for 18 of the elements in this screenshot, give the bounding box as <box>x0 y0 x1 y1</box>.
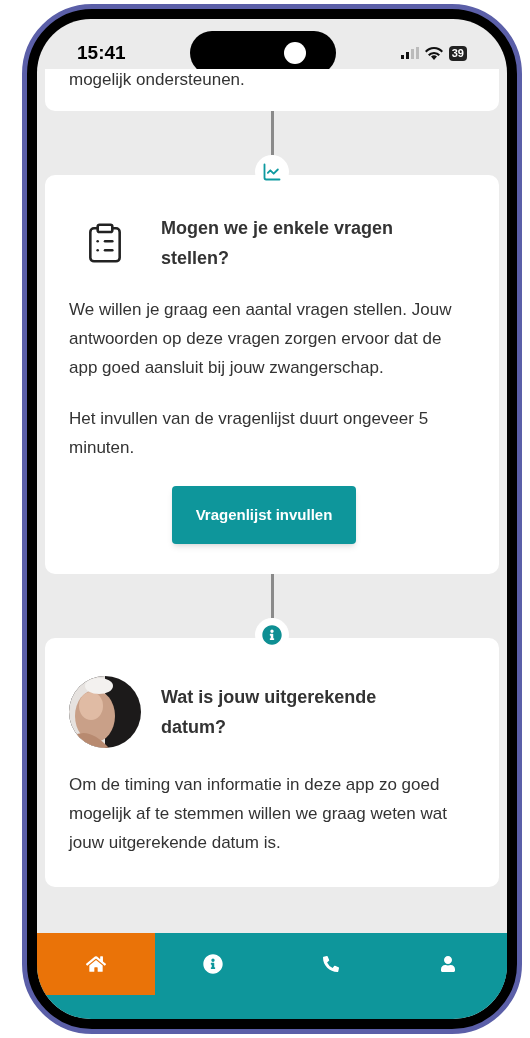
card-title: Mogen we je enkele vragen stellen? <box>161 217 395 270</box>
status-time: 15:41 <box>77 40 126 65</box>
card-title: Wat is jouw uitgerekende datum? <box>161 686 378 739</box>
card-text: mogelijk ondersteunen. <box>69 69 246 91</box>
chart-icon <box>262 162 282 182</box>
wifi-icon <box>424 46 443 60</box>
card-text: Het invullen van de vragenlijst duurt ongeveer 5 minuten. <box>69 408 430 459</box>
phone-icon <box>322 956 339 972</box>
nav-tab[interactable] <box>37 933 155 995</box>
info-icon <box>262 625 282 645</box>
battery-indicator: 39 <box>448 45 467 61</box>
user-icon <box>440 956 457 972</box>
info-icon <box>203 954 224 974</box>
questionnaire-button[interactable]: Vragenlijst invullen <box>171 486 357 544</box>
home-icon <box>85 954 106 974</box>
card-text: We willen je graag een aantal vragen stellen. Jouw antwoorden op deze vragen zorgen ervoor dat de app goed aansluit bij jouw zwangerschap. <box>69 299 453 379</box>
card-text: Om de timing van informatie in deze app zo goed mogelijk af te stemmen willen we graag weten wat jouw uitgerekende datum is. <box>69 774 448 854</box>
signal-icon <box>400 47 419 59</box>
